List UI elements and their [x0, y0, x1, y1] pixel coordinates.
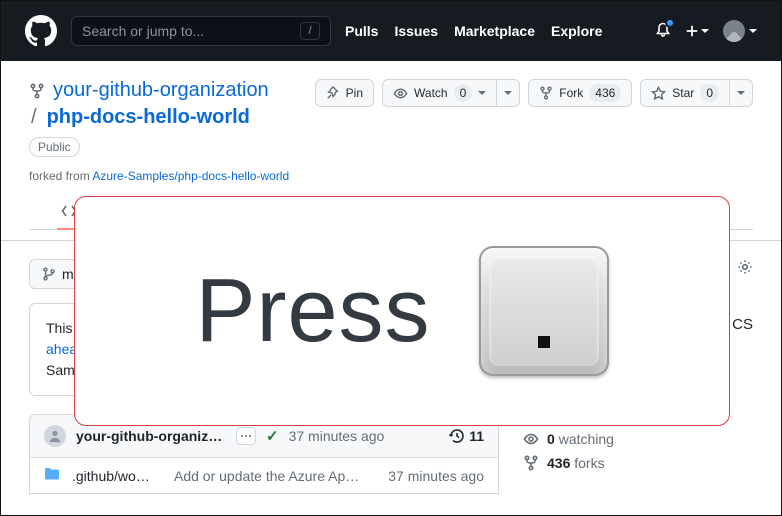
repo-owner-link[interactable]: your-github-organization	[53, 79, 269, 102]
repo-name-link[interactable]: php-docs-hello-world	[47, 106, 250, 129]
fork-icon	[539, 86, 553, 100]
overlay-text: Press	[195, 260, 430, 363]
commit-time[interactable]: 37 minutes ago	[289, 428, 385, 444]
press-key-overlay: Press	[74, 196, 730, 426]
commit-history-link[interactable]: 11	[449, 428, 484, 444]
history-icon	[449, 428, 465, 444]
check-icon[interactable]: ✓	[266, 427, 279, 445]
star-button[interactable]: Star 0	[640, 79, 729, 107]
github-logo[interactable]	[25, 15, 57, 47]
nav-pulls[interactable]: Pulls	[345, 23, 378, 39]
fork-count: 436	[589, 84, 621, 102]
forked-from: forked from Azure-Samples/php-docs-hello…	[29, 169, 289, 183]
pin-icon	[326, 86, 340, 100]
global-search[interactable]: Search or jump to... /	[71, 16, 331, 46]
watch-count: 0	[454, 84, 473, 102]
file-row[interactable]: .github/wo… Add or update the Azure Ap… …	[30, 458, 498, 493]
watch-menu-button[interactable]	[496, 79, 520, 107]
star-count: 0	[700, 84, 719, 102]
search-placeholder: Search or jump to...	[82, 23, 300, 39]
notification-dot	[665, 18, 675, 28]
repo-separator: /	[31, 106, 37, 129]
caret-down-icon	[504, 91, 512, 95]
keycap-period	[479, 246, 609, 376]
watchers-stat[interactable]: 0 watching	[523, 431, 753, 447]
file-name[interactable]: .github/wo…	[72, 468, 162, 484]
primary-nav: Pulls Issues Marketplace Explore	[345, 23, 602, 39]
watch-button[interactable]: Watch 0	[382, 79, 496, 107]
fork-icon	[523, 455, 539, 471]
caret-down-icon	[478, 91, 486, 95]
folder-icon	[44, 466, 60, 485]
forked-from-link[interactable]: Azure-Samples/php-docs-hello-world	[92, 169, 289, 183]
user-menu[interactable]	[723, 20, 757, 42]
header-right	[655, 20, 757, 42]
settings-icon[interactable]	[737, 259, 753, 278]
avatar-icon	[44, 425, 66, 447]
eye-icon	[393, 86, 408, 101]
global-header: Search or jump to... / Pulls Issues Mark…	[1, 1, 781, 61]
repo-title: your-github-organization / php-docs-hell…	[29, 79, 289, 183]
repo-actions: Pin Watch 0 Fork 436	[315, 79, 753, 107]
file-commit-time: 37 minutes ago	[388, 468, 484, 484]
star-menu-button[interactable]	[729, 79, 753, 107]
pin-button[interactable]: Pin	[315, 79, 374, 107]
nav-issues[interactable]: Issues	[394, 23, 438, 39]
fork-button[interactable]: Fork 436	[528, 79, 632, 107]
create-new-menu[interactable]	[685, 24, 709, 38]
branch-icon	[42, 267, 56, 281]
nav-explore[interactable]: Explore	[551, 23, 602, 39]
star-icon	[651, 86, 666, 101]
slash-key-hint: /	[300, 22, 320, 40]
notifications-icon[interactable]	[655, 22, 671, 41]
nav-marketplace[interactable]: Marketplace	[454, 23, 535, 39]
fork-icon	[29, 83, 45, 99]
file-commit-msg[interactable]: Add or update the Azure Ap…	[174, 468, 376, 484]
avatar-icon	[723, 20, 745, 42]
commit-author[interactable]: your-github-organization A…	[76, 428, 226, 444]
compare-ahead-link[interactable]: ahea	[46, 341, 77, 357]
eye-icon	[523, 431, 539, 447]
forks-stat[interactable]: 436 forks	[523, 455, 753, 471]
caret-down-icon	[737, 91, 745, 95]
file-list: your-github-organization A… ✓ 37 minutes…	[29, 414, 499, 494]
visibility-badge: Public	[29, 137, 80, 157]
commit-message-expand[interactable]	[236, 427, 256, 445]
